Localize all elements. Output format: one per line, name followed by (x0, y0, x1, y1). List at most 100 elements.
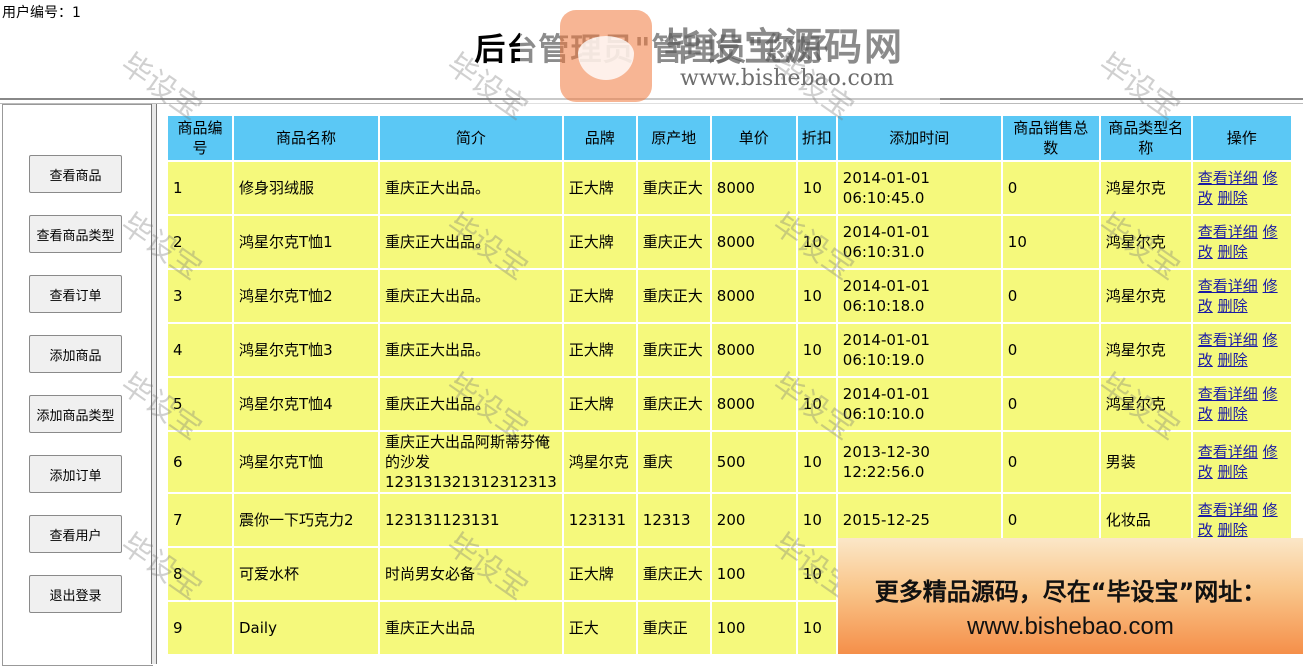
frame-separator[interactable] (151, 104, 157, 664)
cell-discount: 10 (797, 162, 836, 214)
cell-discount: 10 (797, 494, 836, 546)
cell-desc: 重庆正大出品。 (380, 270, 562, 322)
view-products-button[interactable]: 查看商品 (29, 155, 122, 193)
delete-link[interactable]: 删除 (1218, 405, 1248, 423)
cell-desc: 123131123131 (380, 494, 562, 546)
logo-url: www.bishebao.com (680, 66, 894, 91)
view-product-types-button[interactable]: 查看商品类型 (29, 215, 122, 253)
cell-name: Daily (234, 602, 378, 654)
cell-sales: 0 (1002, 270, 1099, 322)
cell-sales: 0 (1002, 432, 1099, 492)
col-header-sales: 商品销售总数 (1002, 116, 1099, 160)
view-orders-button[interactable]: 查看订单 (29, 275, 122, 313)
logout-button[interactable]: 退出登录 (29, 575, 122, 613)
cell-name: 鸿星尔克T恤1 (234, 216, 378, 268)
cell-id: 1 (168, 162, 232, 214)
cell-actions: 查看详细 修改 删除 (1192, 162, 1291, 214)
col-header-brand: 品牌 (563, 116, 636, 160)
cell-brand: 正大牌 (563, 378, 636, 430)
delete-link[interactable]: 删除 (1218, 521, 1248, 539)
cell-time: 2014-01-01 06:10:10.0 (837, 378, 1001, 430)
col-header-name: 商品名称 (234, 116, 378, 160)
col-header-category: 商品类型名称 (1100, 116, 1191, 160)
cell-brand: 正大牌 (563, 216, 636, 268)
cell-origin: 重庆正 (637, 602, 710, 654)
cell-actions: 查看详细 修改 删除 (1192, 378, 1291, 430)
cell-discount: 10 (797, 602, 836, 654)
cell-time: 2014-01-01 06:10:45.0 (837, 162, 1001, 214)
cell-origin: 重庆正大 (637, 270, 710, 322)
cell-category: 鸿星尔克 (1100, 324, 1191, 376)
cell-origin: 12313 (637, 494, 710, 546)
cell-id: 4 (168, 324, 232, 376)
cell-brand: 正大牌 (563, 548, 636, 600)
cell-brand: 正大 (563, 602, 636, 654)
cell-price: 8000 (711, 378, 796, 430)
cell-price: 8000 (711, 162, 796, 214)
col-header-price: 单价 (711, 116, 796, 160)
cell-discount: 10 (797, 378, 836, 430)
cell-price: 100 (711, 548, 796, 600)
cell-id: 2 (168, 216, 232, 268)
cell-name: 鸿星尔克T恤 (234, 432, 378, 492)
view-users-button[interactable]: 查看用户 (29, 515, 122, 553)
cell-category: 鸿星尔克 (1100, 216, 1191, 268)
table-row: 3 鸿星尔克T恤2 重庆正大出品。 正大牌 重庆正大 8000 10 2014-01-01 0… (168, 270, 1291, 322)
add-product-type-button[interactable]: 添加商品类型 (29, 395, 122, 433)
cell-name: 鸿星尔克T恤2 (234, 270, 378, 322)
cell-brand: 鸿星尔克 (563, 432, 636, 492)
cell-price: 8000 (711, 270, 796, 322)
delete-link[interactable]: 删除 (1218, 351, 1248, 369)
cell-sales: 10 (1002, 216, 1099, 268)
delete-link[interactable]: 删除 (1218, 189, 1248, 207)
view-detail-link[interactable]: 查看详细 (1198, 443, 1258, 461)
cell-origin: 重庆正大 (637, 216, 710, 268)
view-detail-link[interactable]: 查看详细 (1198, 501, 1258, 519)
cell-price: 200 (711, 494, 796, 546)
cell-name: 可爱水杯 (234, 548, 378, 600)
col-header-discount: 折扣 (797, 116, 836, 160)
col-header-origin: 原产地 (637, 116, 710, 160)
cell-discount: 10 (797, 270, 836, 322)
col-header-desc: 简介 (380, 116, 562, 160)
cell-name: 震你一下巧克力2 (234, 494, 378, 546)
cell-desc: 重庆正大出品阿斯蒂芬俺的沙发123131321312312313 (380, 432, 562, 492)
cell-origin: 重庆正大 (637, 378, 710, 430)
cell-id: 7 (168, 494, 232, 546)
cell-name: 鸿星尔克T恤3 (234, 324, 378, 376)
table-row: 1 修身羽绒服 重庆正大出品。 正大牌 重庆正大 8000 10 2014-01-01 06:… (168, 162, 1291, 214)
delete-link[interactable]: 删除 (1218, 463, 1248, 481)
cell-name: 鸿星尔克T恤4 (234, 378, 378, 430)
cell-origin: 重庆正大 (637, 324, 710, 376)
view-detail-link[interactable]: 查看详细 (1198, 385, 1258, 403)
col-header-id: 商品编号 (168, 116, 232, 160)
table-header-row: 商品编号 商品名称 简介 品牌 原产地 单价 折扣 添加时间 商品销售总数 商品… (168, 116, 1291, 160)
add-order-button[interactable]: 添加订单 (29, 455, 122, 493)
delete-link[interactable]: 删除 (1218, 243, 1248, 261)
promo-banner[interactable]: 更多精品源码，尽在“毕设宝”网址： www.bishebao.com (838, 538, 1303, 654)
cell-category: 鸿星尔克 (1100, 378, 1191, 430)
cell-origin: 重庆 (637, 432, 710, 492)
cell-id: 8 (168, 548, 232, 600)
cell-sales: 0 (1002, 378, 1099, 430)
cell-brand: 正大牌 (563, 270, 636, 322)
view-detail-link[interactable]: 查看详细 (1198, 331, 1258, 349)
cell-desc: 重庆正大出品 (380, 602, 562, 654)
cell-time: 2013-12-30 12:22:56.0 (837, 432, 1001, 492)
cell-actions: 查看详细 修改 删除 (1192, 270, 1291, 322)
view-detail-link[interactable]: 查看详细 (1198, 169, 1258, 187)
cell-category: 鸿星尔克 (1100, 270, 1191, 322)
delete-link[interactable]: 删除 (1218, 297, 1248, 315)
cell-brand: 正大牌 (563, 324, 636, 376)
cell-actions: 查看详细 修改 删除 (1192, 432, 1291, 492)
cell-discount: 10 (797, 324, 836, 376)
cell-id: 5 (168, 378, 232, 430)
col-header-actions: 操作 (1192, 116, 1291, 160)
cell-time: 2014-01-01 06:10:19.0 (837, 324, 1001, 376)
table-row: 6 鸿星尔克T恤 重庆正大出品阿斯蒂芬俺的沙发123131321312312313 鸿… (168, 432, 1291, 492)
promo-banner-line1: 更多精品源码，尽在“毕设宝”网址： (874, 578, 1267, 606)
view-detail-link[interactable]: 查看详细 (1198, 223, 1258, 241)
view-detail-link[interactable]: 查看详细 (1198, 277, 1258, 295)
cell-origin: 重庆正大 (637, 162, 710, 214)
add-product-button[interactable]: 添加商品 (29, 335, 122, 373)
